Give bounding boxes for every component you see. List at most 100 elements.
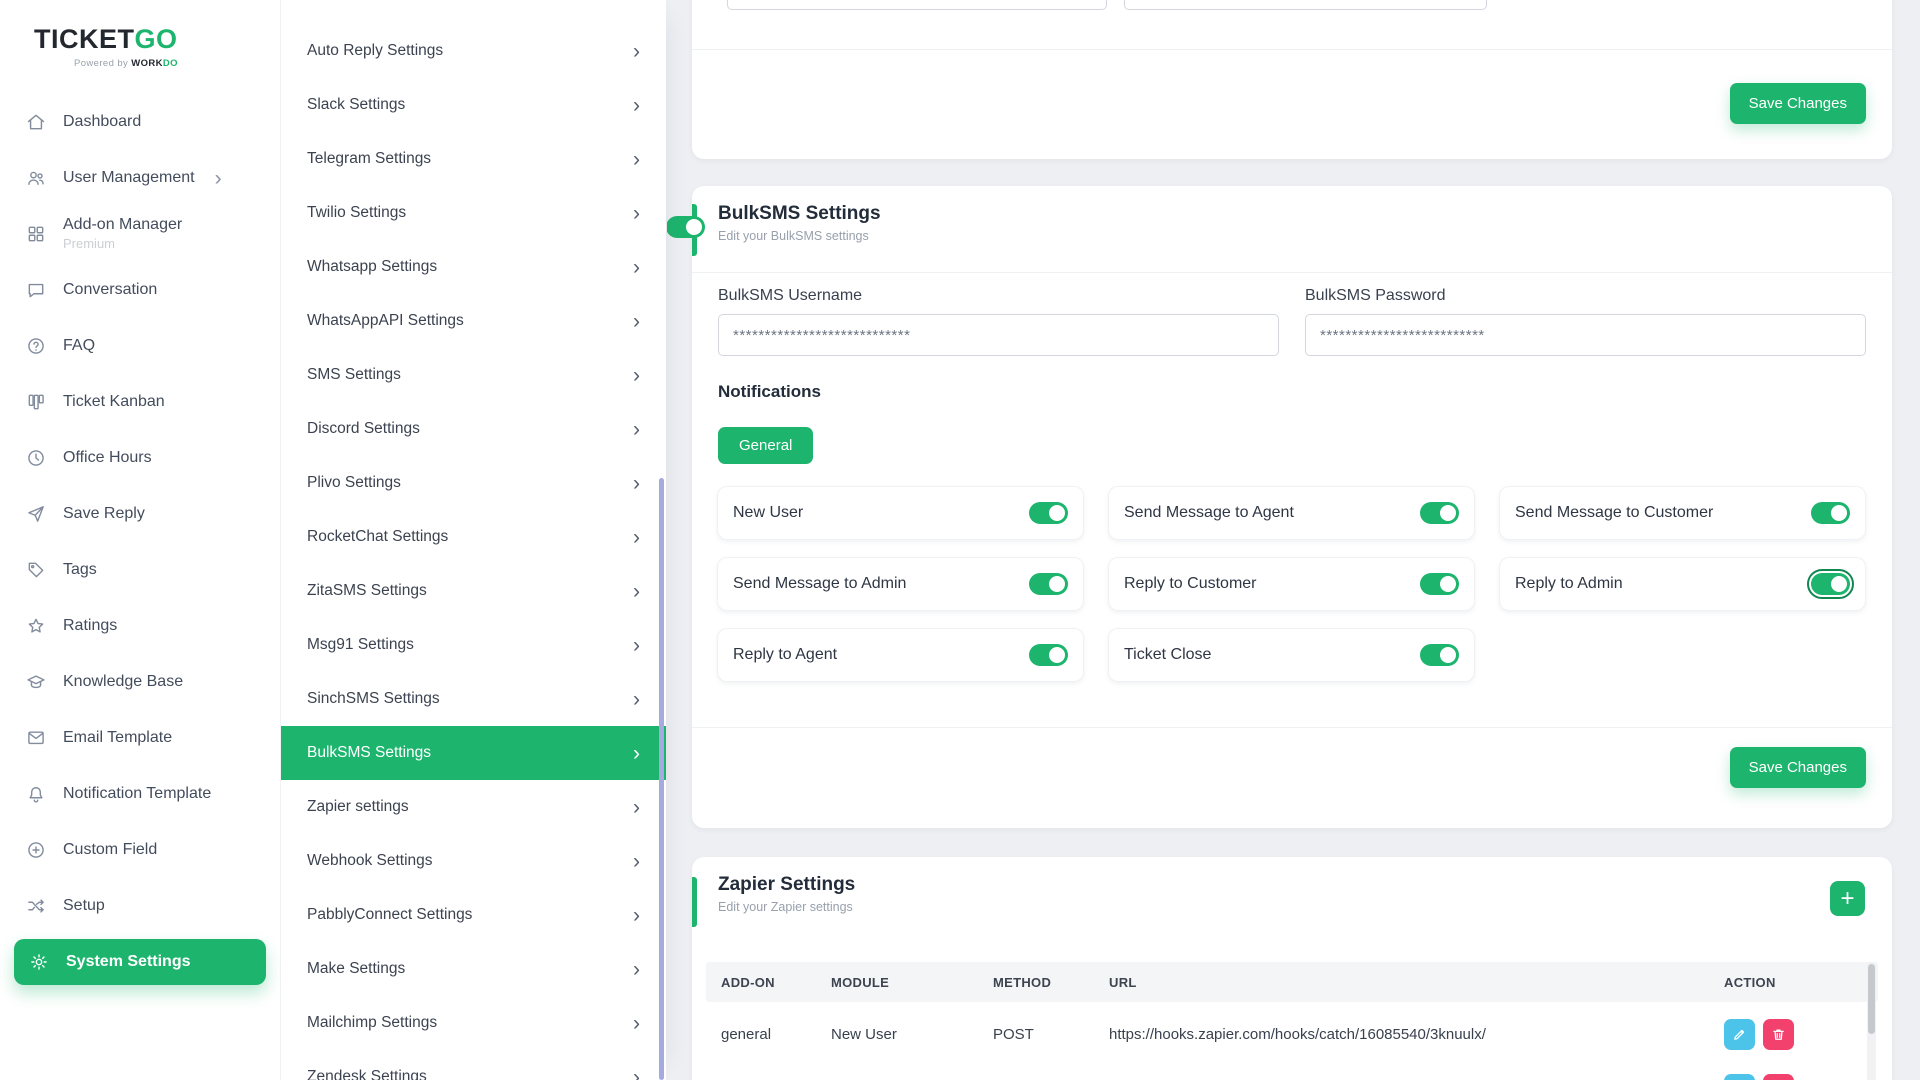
submenu-item-auto-reply[interactable]: Auto Reply Settings› [281, 24, 666, 78]
addon-cell: general [721, 1026, 831, 1043]
card-subtitle: Edit your Zapier settings [718, 900, 855, 914]
table-scrollbar-thumb[interactable] [1868, 964, 1875, 1034]
reply-to-agent-toggle[interactable] [1029, 644, 1068, 666]
row-actions [1724, 1074, 1878, 1080]
sidebar-item-notification-template[interactable]: Notification Template [0, 766, 280, 822]
submenu-item-plivo[interactable]: Plivo Settings› [281, 456, 666, 510]
sidebar-item-label: Ratings [63, 617, 117, 635]
username-label: BulkSMS Username [718, 287, 862, 305]
envelope-icon [26, 728, 48, 748]
submenu-item-make[interactable]: Make Settings› [281, 942, 666, 996]
sidebar-item-label: FAQ [63, 337, 95, 355]
sidebar-item-tags[interactable]: Tags [0, 542, 280, 598]
sidebar-item-addon-manager[interactable]: Add-on Manager Premium [0, 206, 280, 262]
edit-button[interactable] [1724, 1074, 1755, 1080]
general-tab-button[interactable]: General [718, 427, 813, 464]
submenu-item-label: Zendesk Settings [307, 1068, 427, 1080]
chevron-right-icon: › [633, 581, 640, 602]
submenu-item-sms[interactable]: SMS Settings › [281, 348, 666, 402]
submenu-item-zitasms[interactable]: ZitaSMS Settings› [281, 564, 666, 618]
submenu-item-label: Whatsapp Settings [307, 258, 437, 276]
submenu-item-label: SMS Settings [307, 366, 401, 384]
card-accent-bar [692, 877, 697, 927]
sidebar-item-label: Save Reply [63, 505, 145, 523]
bulksms-password-input[interactable] [1305, 314, 1866, 356]
submenu-item-slack[interactable]: Slack Settings› [281, 78, 666, 132]
toggle-row: Reply to Agent [718, 629, 1083, 681]
bulksms-enable-toggle[interactable] [667, 216, 705, 238]
toggle-label: Reply to Agent [733, 646, 837, 664]
submenu-item-zapier[interactable]: Zapier settings› [281, 780, 666, 834]
card-divider [692, 272, 1892, 273]
send-message-to-admin-toggle[interactable] [1029, 573, 1068, 595]
sidebar-item-user-management[interactable]: User Management › [0, 150, 280, 206]
edit-button[interactable] [1724, 1019, 1755, 1050]
toggle-row: New User [718, 487, 1083, 539]
url-cell: https://hooks.zapier.com/hooks/catch/160… [1109, 1026, 1724, 1043]
save-changes-button[interactable]: Save Changes [1730, 747, 1866, 788]
chevron-right-icon: › [633, 527, 640, 548]
ticket-close-toggle[interactable] [1420, 644, 1459, 666]
cut-off-input-field[interactable] [727, 0, 1107, 10]
pencil-icon [1732, 1027, 1747, 1042]
chevron-right-icon: › [633, 689, 640, 710]
submenu-item-telegram[interactable]: Telegram Settings› [281, 132, 666, 186]
submenu-item-mailchimp[interactable]: Mailchimp Settings› [281, 996, 666, 1050]
toggle-label: Send Message to Admin [733, 575, 906, 593]
reply-to-customer-toggle[interactable] [1420, 573, 1459, 595]
add-zapier-button[interactable]: + [1830, 881, 1865, 916]
grid-icon [26, 224, 48, 244]
sidebar-item-dashboard[interactable]: Dashboard [0, 94, 280, 150]
delete-button[interactable] [1763, 1019, 1794, 1050]
sidebar-item-label: Email Template [63, 729, 172, 747]
submenu-scrollbar-thumb[interactable] [659, 478, 664, 1080]
sidebar-item-save-reply[interactable]: Save Reply [0, 486, 280, 542]
chevron-right-icon: › [633, 365, 640, 386]
submenu-item-whatsapp[interactable]: Whatsapp Settings› [281, 240, 666, 294]
row-actions [1724, 1019, 1878, 1050]
delete-button[interactable] [1763, 1074, 1794, 1080]
sidebar-item-label: Notification Template [63, 785, 211, 803]
send-message-to-agent-toggle[interactable] [1420, 502, 1459, 524]
chevron-right-icon: › [633, 851, 640, 872]
table-scrollbar-track[interactable] [1867, 962, 1876, 1080]
sidebar-item-knowledge-base[interactable]: Knowledge Base [0, 654, 280, 710]
sidebar-item-setup[interactable]: Setup [0, 878, 280, 934]
send-message-to-customer-toggle[interactable] [1811, 502, 1850, 524]
sidebar-item-ticket-kanban[interactable]: Ticket Kanban [0, 374, 280, 430]
submenu-item-webhook[interactable]: Webhook Settings› [281, 834, 666, 888]
chevron-right-icon: › [215, 168, 222, 189]
help-icon [26, 336, 48, 356]
sidebar-item-office-hours[interactable]: Office Hours [0, 430, 280, 486]
submenu-item-rocketchat[interactable]: RocketChat Settings› [281, 510, 666, 564]
save-changes-button[interactable]: Save Changes [1730, 83, 1866, 124]
submenu-item-pabblyconnect[interactable]: PabblyConnect Settings› [281, 888, 666, 942]
sidebar-item-label: Knowledge Base [63, 673, 183, 691]
shuffle-icon [26, 896, 48, 916]
sidebar-item-faq[interactable]: FAQ [0, 318, 280, 374]
submenu-item-twilio[interactable]: Twilio Settings› [281, 186, 666, 240]
send-icon [26, 504, 48, 524]
cut-off-input-field[interactable] [1124, 0, 1487, 10]
bulksms-username-input[interactable] [718, 314, 1279, 356]
submenu-item-whatsappapi[interactable]: WhatsAppAPI Settings› [281, 294, 666, 348]
chevron-right-icon: › [633, 905, 640, 926]
sidebar-item-ratings[interactable]: Ratings [0, 598, 280, 654]
new-user-toggle[interactable] [1029, 502, 1068, 524]
submenu-item-bulksms[interactable]: BulkSMS Settings› [281, 726, 666, 780]
sidebar-item-custom-field[interactable]: Custom Field [0, 822, 280, 878]
chevron-right-icon: › [633, 959, 640, 980]
reply-to-admin-toggle[interactable] [1811, 573, 1850, 595]
submenu-item-sinchsms[interactable]: SinchSMS Settings› [281, 672, 666, 726]
sidebar-item-email-template[interactable]: Email Template [0, 710, 280, 766]
kanban-icon [26, 392, 48, 412]
submenu-item-discord[interactable]: Discord Settings› [281, 402, 666, 456]
clock-icon [26, 448, 48, 468]
column-header: MODULE [831, 975, 993, 990]
card-title: Zapier Settings [718, 874, 855, 896]
submenu-item-zendesk[interactable]: Zendesk Settings› [281, 1050, 666, 1080]
sidebar-item-conversation[interactable]: Conversation [0, 262, 280, 318]
submenu-item-msg91[interactable]: Msg91 Settings› [281, 618, 666, 672]
settings-submenu: Auto Reply Settings› Slack Settings› Tel… [280, 0, 666, 1080]
sidebar-item-system-settings[interactable]: System Settings [14, 939, 266, 985]
